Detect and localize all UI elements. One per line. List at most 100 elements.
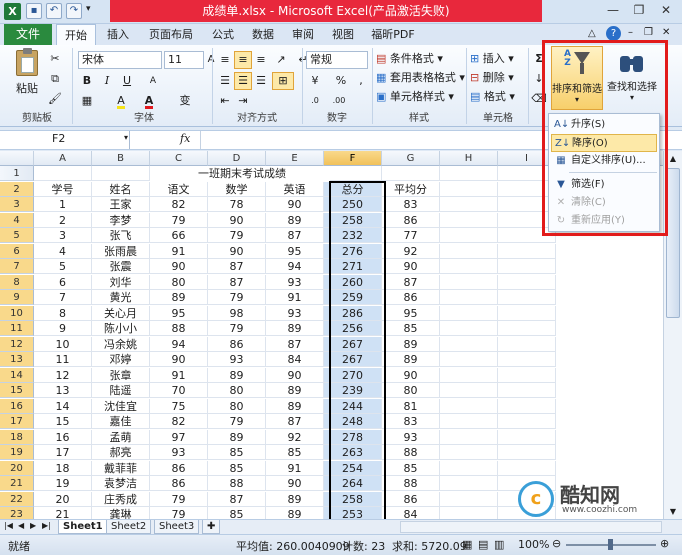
- cell[interactable]: 89: [208, 429, 266, 445]
- align-left-icon[interactable]: ☰: [216, 72, 234, 90]
- cell[interactable]: 89: [382, 352, 440, 367]
- column-header-d[interactable]: D: [208, 151, 266, 166]
- cell[interactable]: 90: [150, 259, 208, 274]
- row-header[interactable]: 3: [0, 197, 34, 212]
- row-header[interactable]: 4: [0, 212, 34, 228]
- cell[interactable]: 79: [150, 507, 208, 519]
- row-header[interactable]: 14: [0, 367, 34, 383]
- cell[interactable]: 85: [382, 321, 440, 336]
- orientation-icon[interactable]: ↗: [272, 51, 290, 69]
- cell[interactable]: 12: [34, 367, 92, 383]
- cell[interactable]: [440, 305, 498, 321]
- cell[interactable]: 86: [150, 476, 208, 491]
- cell[interactable]: 85: [208, 507, 266, 519]
- cell[interactable]: 9: [34, 321, 92, 336]
- cell[interactable]: 83: [382, 197, 440, 212]
- decrease-indent-icon[interactable]: ⇤: [216, 92, 234, 110]
- cell[interactable]: 82: [150, 197, 208, 212]
- column-header-f[interactable]: F: [324, 151, 382, 166]
- scroll-up-icon[interactable]: ▲: [664, 151, 682, 166]
- cell-styles-button[interactable]: ▣ 单元格样式 ▾: [376, 88, 454, 106]
- cell[interactable]: 87: [208, 259, 266, 274]
- cell[interactable]: 267: [324, 352, 382, 367]
- align-top-icon[interactable]: ≡: [216, 51, 234, 69]
- cell[interactable]: 87: [208, 274, 266, 290]
- cell[interactable]: 89: [266, 321, 324, 336]
- cell[interactable]: 91: [266, 290, 324, 305]
- column-header-e[interactable]: E: [266, 151, 324, 166]
- clear-icon[interactable]: ⌫: [530, 90, 548, 108]
- row-header[interactable]: 15: [0, 383, 34, 398]
- cell[interactable]: 93: [382, 429, 440, 445]
- row-header[interactable]: 17: [0, 414, 34, 429]
- cell[interactable]: 91: [150, 367, 208, 383]
- cut-icon[interactable]: ✂: [46, 50, 64, 68]
- cell[interactable]: 93: [266, 274, 324, 290]
- tab-data[interactable]: 数据: [246, 24, 280, 45]
- bold-button[interactable]: B: [78, 72, 96, 90]
- cell[interactable]: 86: [150, 460, 208, 476]
- tab-formulas[interactable]: 公式: [206, 24, 240, 45]
- cell[interactable]: 6: [34, 274, 92, 290]
- cell[interactable]: 95: [382, 305, 440, 321]
- cell[interactable]: 79: [208, 228, 266, 243]
- cell[interactable]: 85: [266, 445, 324, 460]
- first-sheet-icon[interactable]: |◀: [4, 521, 13, 530]
- cell[interactable]: [440, 352, 498, 367]
- column-header-a[interactable]: A: [34, 151, 92, 166]
- cell[interactable]: 总分: [324, 181, 382, 197]
- cell[interactable]: [498, 305, 556, 321]
- row-header[interactable]: 11: [0, 321, 34, 336]
- align-right-icon[interactable]: ☰: [252, 72, 270, 90]
- cell[interactable]: 3: [34, 228, 92, 243]
- cell[interactable]: [382, 166, 440, 181]
- cell[interactable]: 18: [34, 460, 92, 476]
- cell[interactable]: 13: [34, 383, 92, 398]
- zoom-slider-handle[interactable]: [608, 539, 613, 550]
- cell[interactable]: 78: [208, 197, 266, 212]
- cell[interactable]: 89: [266, 383, 324, 398]
- cell[interactable]: 94: [266, 259, 324, 274]
- cell[interactable]: 79: [208, 414, 266, 429]
- comma-button[interactable]: ,: [352, 72, 370, 90]
- cell[interactable]: 郝亮: [92, 445, 150, 460]
- row-header[interactable]: 6: [0, 243, 34, 259]
- find-select-button[interactable]: 查找和选择 ▾: [605, 46, 659, 110]
- align-middle-icon[interactable]: ≡: [234, 51, 252, 69]
- name-box[interactable]: F2: [2, 131, 130, 149]
- cell[interactable]: [498, 414, 556, 429]
- cell[interactable]: 90: [266, 197, 324, 212]
- cell[interactable]: 李梦: [92, 212, 150, 228]
- cell[interactable]: 254: [324, 460, 382, 476]
- cell[interactable]: 14: [34, 398, 92, 414]
- borders-icon[interactable]: ▦: [78, 92, 96, 110]
- cell[interactable]: 85: [382, 460, 440, 476]
- next-sheet-icon[interactable]: ▶: [30, 521, 36, 530]
- cell[interactable]: 1: [34, 197, 92, 212]
- delete-cells-button[interactable]: ⊟ 删除 ▾: [470, 69, 514, 87]
- cell[interactable]: 258: [324, 212, 382, 228]
- sort-menu-item-sort-asc[interactable]: A↓ 升序(S): [551, 116, 657, 134]
- cell[interactable]: [498, 445, 556, 460]
- column-header-b[interactable]: B: [92, 151, 150, 166]
- shrink-font-icon[interactable]: A: [144, 72, 162, 90]
- cell[interactable]: 82: [150, 414, 208, 429]
- workbook-close-icon[interactable]: ✕: [662, 27, 670, 38]
- cell[interactable]: [440, 181, 498, 197]
- increase-indent-icon[interactable]: ⇥: [234, 92, 252, 110]
- cell[interactable]: 89: [382, 336, 440, 352]
- cell[interactable]: 学号: [34, 181, 92, 197]
- cell[interactable]: 王家: [92, 197, 150, 212]
- cell[interactable]: 87: [208, 491, 266, 507]
- cell[interactable]: 250: [324, 197, 382, 212]
- cell[interactable]: 239: [324, 383, 382, 398]
- cell[interactable]: 93: [150, 445, 208, 460]
- cell[interactable]: 83: [382, 414, 440, 429]
- cell[interactable]: [440, 445, 498, 460]
- format-cells-button[interactable]: ▤ 格式 ▾: [470, 88, 515, 106]
- cell[interactable]: 79: [208, 321, 266, 336]
- normal-view-icon[interactable]: ▦: [462, 538, 472, 551]
- cell[interactable]: 邓婷: [92, 352, 150, 367]
- row-header[interactable]: 16: [0, 398, 34, 414]
- cell[interactable]: [440, 259, 498, 274]
